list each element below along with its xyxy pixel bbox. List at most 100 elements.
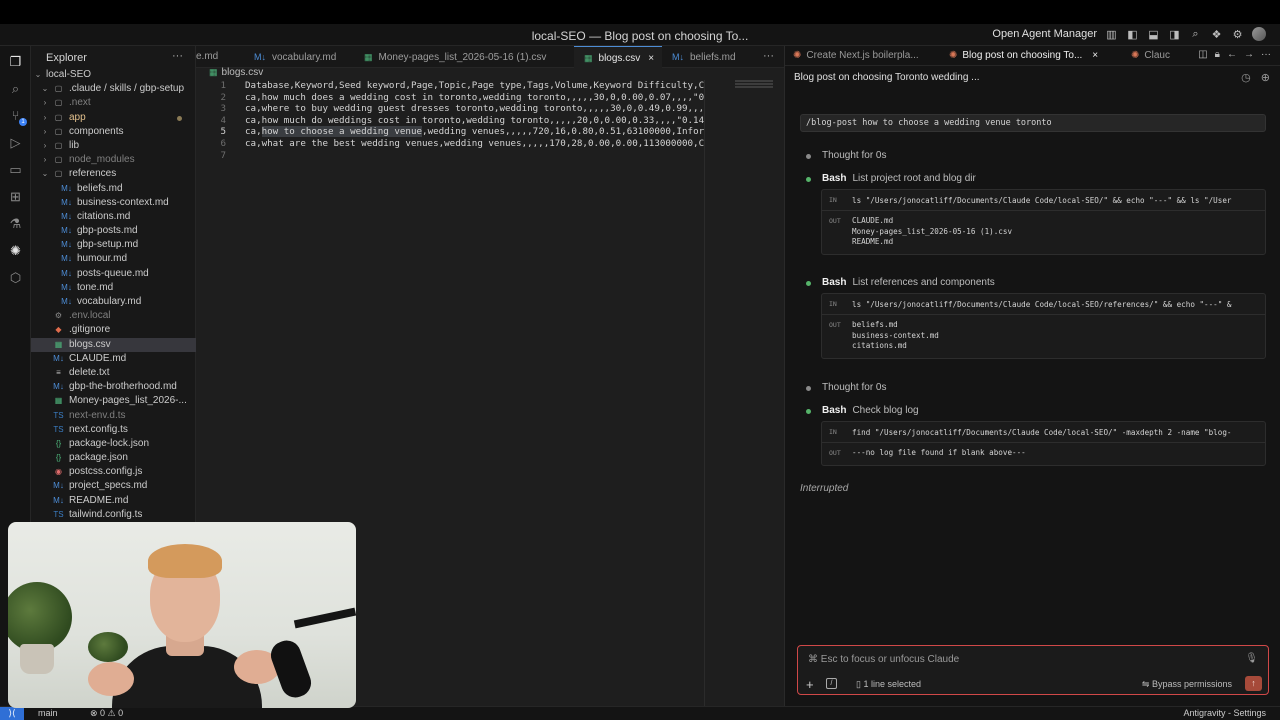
tree-item[interactable]: ⌄ ▢ references xyxy=(31,167,196,181)
tree-item[interactable]: {} package.json xyxy=(31,451,196,465)
tool-input[interactable]: IN find "/Users/jonocatliff/Documents/Cla… xyxy=(822,422,1265,443)
tree-item[interactable]: M↓ CLAUDE.md xyxy=(31,352,196,366)
close-icon[interactable]: × xyxy=(1092,50,1098,61)
tree-item[interactable]: ⚙ .env.local xyxy=(31,309,196,323)
more-actions-icon[interactable]: ··· xyxy=(1261,49,1271,60)
layout-icon[interactable]: ▥ xyxy=(1105,28,1118,41)
microphone-icon[interactable]: 🎙︎ xyxy=(1245,653,1258,664)
forward-icon[interactable]: → xyxy=(1244,49,1254,60)
editor-tab[interactable]: e.md xyxy=(196,46,244,68)
editor-tab[interactable]: ▦ blogs.csv × xyxy=(574,46,662,68)
extensions-icon[interactable]: ❖ xyxy=(1210,28,1223,41)
chat-input-placeholder[interactable]: ⌘ Esc to focus or unfocus Claude xyxy=(808,654,959,665)
tree-path-row[interactable]: ⌄ ▢ .claude / skills / gbp-setup xyxy=(31,82,196,96)
panel-toggle-icon[interactable]: ⬓ xyxy=(1147,28,1160,41)
tree-item[interactable]: ▦ blogs.csv xyxy=(31,337,196,352)
containers-icon[interactable]: ⬡ xyxy=(7,269,24,286)
tree-item[interactable]: ◉ postcss.config.js xyxy=(31,465,196,479)
remote-indicator-icon[interactable]: ⟩⟨ xyxy=(0,707,24,720)
send-button[interactable]: ↑ xyxy=(1245,676,1262,691)
code-line[interactable]: 5 ca,how to choose a wedding venue,weddin… xyxy=(196,126,704,138)
tree-item-label: CLAUDE.md xyxy=(69,352,127,364)
tree-item[interactable]: M↓ gbp-posts.md xyxy=(31,224,196,238)
tree-item[interactable]: M↓ gbp-the-brotherhood.md xyxy=(31,380,196,394)
claude-icon[interactable]: ✺ xyxy=(7,242,24,259)
editor-tab[interactable]: M↓ vocabulary.md xyxy=(244,46,354,68)
avatar[interactable] xyxy=(1252,27,1266,41)
editor-tab[interactable]: ▦ Money-pages_list_2026-05-16 (1).csv xyxy=(354,46,574,68)
code-line[interactable]: 7 xyxy=(196,150,704,162)
search-icon[interactable]: ⌕ xyxy=(7,80,24,97)
code-line[interactable]: 4 ca,how much do weddings cost in toronto… xyxy=(196,115,704,127)
tree-item[interactable]: M↓ humour.md xyxy=(31,252,196,266)
tree-item[interactable]: › ▢ lib xyxy=(31,139,196,153)
close-icon[interactable]: × xyxy=(648,53,654,64)
permission-mode-button[interactable]: ⇋ Bypass permissions xyxy=(1142,679,1232,690)
tree-item-label: .gitignore xyxy=(69,324,111,336)
run-debug-icon[interactable]: ▷ xyxy=(7,134,24,151)
breadcrumb-file[interactable]: blogs.csv xyxy=(222,67,264,78)
gear-icon[interactable]: ⚙ xyxy=(1231,28,1244,41)
code-line[interactable]: 6 ca,what are the best wedding venues,wed… xyxy=(196,138,704,150)
secondary-sidebar-icon[interactable]: ◨ xyxy=(1168,28,1181,41)
agent-tab[interactable]: ✺ Blog post on choosing To... × xyxy=(949,46,1098,66)
tree-item[interactable]: › ▢ node_modules xyxy=(31,153,196,167)
tree-item[interactable]: M↓ gbp-setup.md xyxy=(31,238,196,252)
git-branch[interactable]: main xyxy=(38,708,58,718)
tree-item[interactable]: M↓ posts-queue.md xyxy=(31,267,196,281)
minimap[interactable] xyxy=(704,80,784,706)
tree-item[interactable]: ▦ Money-pages_list_2026-... xyxy=(31,394,196,408)
tree-item[interactable]: TS next-env.d.ts xyxy=(31,409,196,423)
tree-item-label: gbp-posts.md xyxy=(77,225,138,237)
tree-item[interactable]: M↓ beliefs.md xyxy=(31,182,196,196)
more-actions-icon[interactable]: ··· xyxy=(172,50,183,62)
tree-root[interactable]: ⌄ local-SEO xyxy=(31,68,196,82)
tree-item[interactable]: › ▢ app xyxy=(31,111,196,125)
explorer-icon[interactable]: ❐ xyxy=(7,53,24,70)
open-agent-manager-button[interactable]: Open Agent Manager xyxy=(992,28,1097,40)
add-attachment-button[interactable]: + xyxy=(806,677,814,692)
remote-explorer-icon[interactable]: ▭ xyxy=(7,161,24,178)
status-right[interactable]: Antigravity - Settings xyxy=(1183,708,1266,718)
code-line[interactable]: 2 ca,how much does a wedding cost in toro… xyxy=(196,92,704,104)
history-icon[interactable]: ◷ xyxy=(1241,71,1251,84)
tree-item[interactable]: › ▢ components xyxy=(31,125,196,139)
tree-item[interactable]: › ▢ .next xyxy=(31,96,196,110)
code-line[interactable]: 1 Database,Keyword,Seed keyword,Page,Topi… xyxy=(196,80,704,92)
status-bar: ⟩⟨ main ⊗ 0 ⚠ 0 Antigravity - Settings xyxy=(0,706,1280,720)
tree-item[interactable]: TS tailwind.config.ts xyxy=(31,508,196,522)
tree-item[interactable]: M↓ project_specs.md xyxy=(31,479,196,493)
lock-icon[interactable]: 🔒︎ xyxy=(1215,49,1220,60)
tree-item[interactable]: M↓ tone.md xyxy=(31,281,196,295)
split-icon[interactable]: ◫ xyxy=(1198,49,1207,60)
selection-indicator[interactable]: ▯ 1 line selected xyxy=(856,679,921,690)
code-editor[interactable]: 1 Database,Keyword,Seed keyword,Page,Topi… xyxy=(196,80,704,161)
chat-input-footer: + / ▯ 1 line selected ⇋ Bypass permissio… xyxy=(798,676,1268,694)
source-control-icon[interactable]: ⑂ 1 xyxy=(7,107,27,126)
tool-input[interactable]: IN ls "/Users/jonocatliff/Documents/Claud… xyxy=(822,294,1265,315)
extensions-icon[interactable]: ⊞ xyxy=(7,188,24,205)
tree-item[interactable]: ◆ .gitignore xyxy=(31,323,196,337)
problems-indicator[interactable]: ⊗ 0 ⚠ 0 xyxy=(90,708,123,719)
tree-item[interactable]: M↓ README.md xyxy=(31,494,196,508)
code-line[interactable]: 3 ca,where to buy wedding guest dresses t… xyxy=(196,103,704,115)
line-number: 5 xyxy=(220,126,226,138)
agent-tab[interactable]: ✺ Clauc xyxy=(1131,46,1170,66)
tree-item[interactable]: ≡ delete.txt xyxy=(31,366,196,380)
tree-item[interactable]: M↓ citations.md xyxy=(31,210,196,224)
more-actions-icon[interactable]: ··· xyxy=(763,50,774,62)
tree-item[interactable]: TS next.config.ts xyxy=(31,423,196,437)
tool-input[interactable]: IN ls "/Users/jonocatliff/Documents/Claud… xyxy=(822,190,1265,211)
chat-input[interactable]: ⌘ Esc to focus or unfocus Claude 🎙︎ + / … xyxy=(797,645,1269,695)
slash-command-button[interactable]: / xyxy=(826,678,837,689)
agent-tab[interactable]: ✺ Create Next.js boilerpla... xyxy=(793,46,919,66)
search-icon[interactable]: ⌕ xyxy=(1189,28,1202,41)
tree-item[interactable]: {} package-lock.json xyxy=(31,437,196,451)
editor-tab[interactable]: M↓ beliefs.md xyxy=(662,46,752,68)
tree-item[interactable]: M↓ business-context.md xyxy=(31,196,196,210)
testing-icon[interactable]: ⚗ xyxy=(7,215,24,232)
tree-item[interactable]: M↓ vocabulary.md xyxy=(31,295,196,309)
sidebar-toggle-icon[interactable]: ◧ xyxy=(1126,28,1139,41)
back-icon[interactable]: ← xyxy=(1227,49,1237,60)
new-chat-icon[interactable]: ⊕ xyxy=(1261,71,1270,84)
